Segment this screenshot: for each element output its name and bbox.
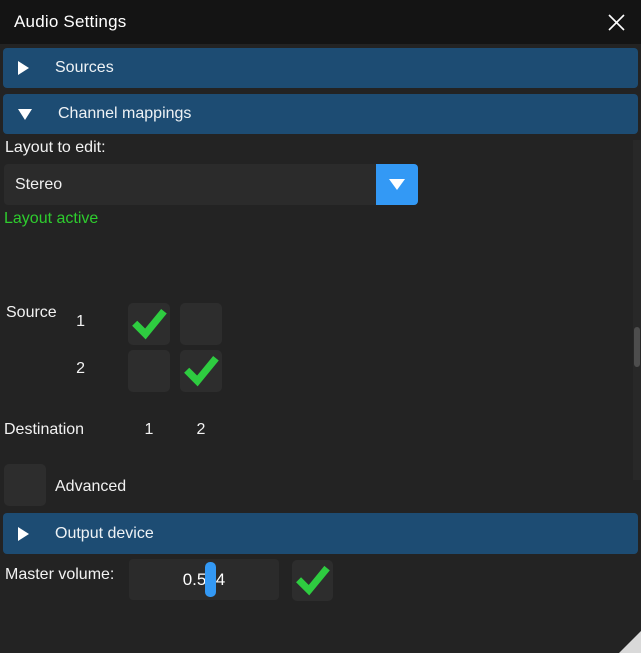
close-button[interactable] <box>599 5 633 39</box>
master-volume-label: Master volume: <box>5 566 114 584</box>
scrollbar-thumb[interactable] <box>634 327 640 367</box>
chevron-right-icon <box>18 527 29 541</box>
matrix-col-label: 1 <box>128 421 170 439</box>
dialog-title: Audio Settings <box>14 12 126 32</box>
master-volume-slider[interactable]: 0.544 <box>129 559 279 600</box>
chevron-down-icon <box>18 109 32 120</box>
volume-slider-handle[interactable] <box>205 562 216 597</box>
mapping-checkbox-src1-dst2[interactable] <box>180 303 222 345</box>
matrix-destination-label: Destination <box>4 421 84 439</box>
mapping-checkbox-src2-dst2[interactable] <box>180 350 222 392</box>
layout-dropdown-value: Stereo <box>15 176 376 194</box>
check-icon <box>130 305 168 343</box>
section-label: Channel mappings <box>58 105 191 123</box>
mapping-checkbox-src2-dst1[interactable] <box>128 350 170 392</box>
close-icon <box>607 13 626 32</box>
matrix-row-label: 2 <box>55 360 85 378</box>
advanced-label: Advanced <box>55 478 126 496</box>
resize-handle[interactable] <box>619 631 641 653</box>
matrix-col-label: 2 <box>180 421 222 439</box>
section-label: Output device <box>55 525 154 543</box>
dropdown-arrow-icon <box>389 179 405 190</box>
section-header-sources[interactable]: Sources <box>3 48 638 88</box>
layout-status-text: Layout active <box>4 210 98 228</box>
advanced-checkbox[interactable] <box>4 464 46 506</box>
section-header-channel-mappings[interactable]: Channel mappings <box>3 94 638 134</box>
scrollbar-track[interactable] <box>633 140 641 480</box>
section-label: Sources <box>55 59 114 77</box>
chevron-right-icon <box>18 61 29 75</box>
mapping-checkbox-src1-dst1[interactable] <box>128 303 170 345</box>
layout-to-edit-label: Layout to edit: <box>5 139 106 157</box>
audio-settings-dialog: Audio Settings Sources Channel mappings … <box>0 0 641 653</box>
titlebar: Audio Settings <box>0 0 641 44</box>
check-icon <box>294 562 331 599</box>
matrix-row-label: 1 <box>55 313 85 331</box>
check-icon <box>182 352 220 390</box>
layout-dropdown[interactable]: Stereo <box>4 164 418 205</box>
section-header-output-device[interactable]: Output device <box>3 513 638 554</box>
layout-dropdown-button[interactable] <box>376 164 418 205</box>
master-volume-enable-checkbox[interactable] <box>292 560 333 601</box>
matrix-source-label: Source <box>6 304 57 322</box>
